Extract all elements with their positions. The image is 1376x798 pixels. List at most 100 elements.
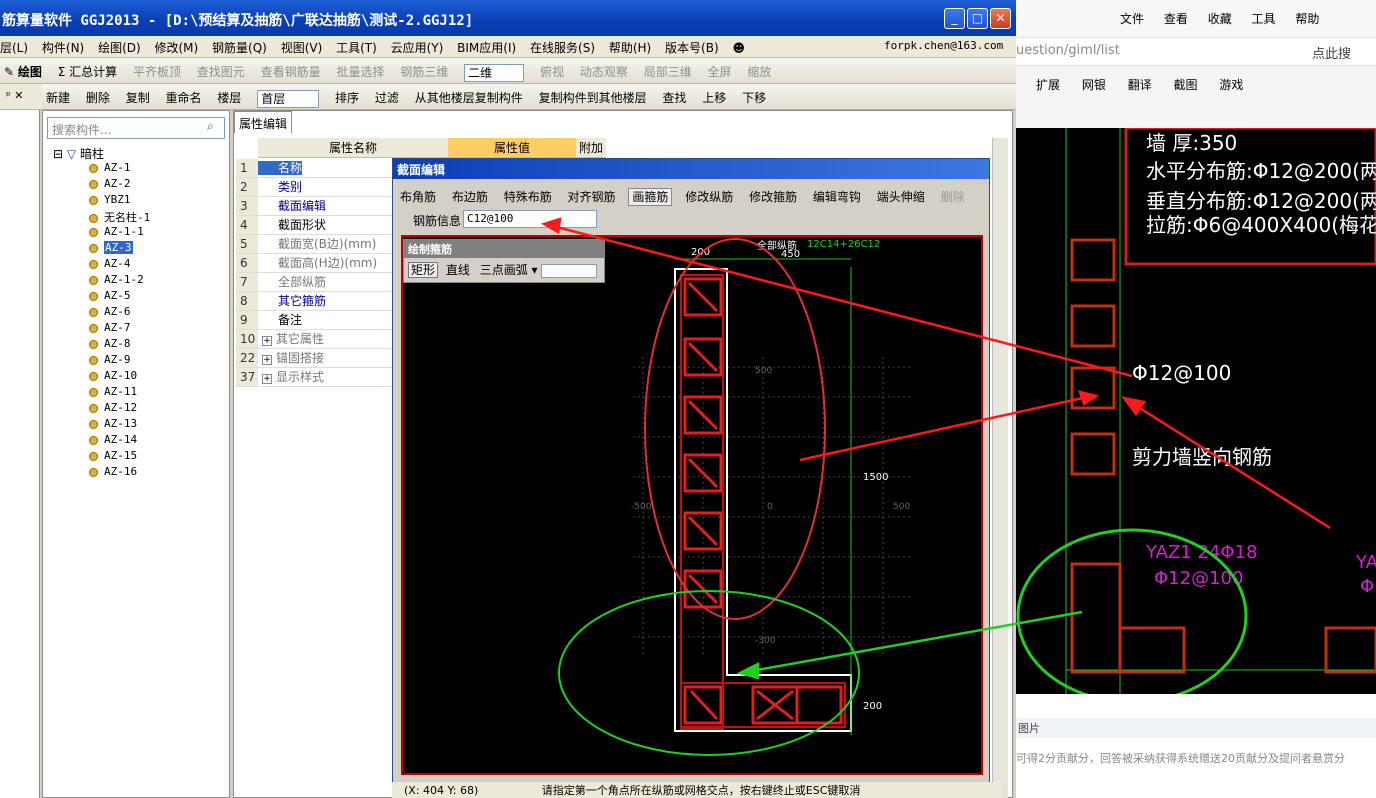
flat-slab-button[interactable]: 平齐板顶 [133,65,181,79]
browser-menu-help[interactable]: 帮助 [1295,12,1319,26]
browser-menu-view[interactable]: 查看 [1164,12,1188,26]
filter-button[interactable]: 过滤 [375,91,399,105]
browser-menu-tools[interactable]: 工具 [1252,12,1276,26]
tree-item[interactable]: AZ-4 [89,257,131,270]
draw-stirrup-button[interactable]: 画箍筋 [628,188,673,206]
arc-tool-button[interactable]: 三点画弧 [480,263,528,277]
delete-button[interactable]: 删除 [86,91,110,105]
zoom-button[interactable]: 缩放 [747,65,771,79]
end-stretch-button[interactable]: 端头伸缩 [874,189,928,205]
find-button[interactable]: 查找 [662,91,686,105]
pin-close-icon[interactable]: ᵖ ✕ [0,84,42,110]
tree-item[interactable]: AZ-8 [89,337,131,350]
rebar-3d-button[interactable]: 钢筋三维 [400,65,448,79]
property-row[interactable]: 5 截面宽(B边)(mm) [236,235,394,254]
tree-item[interactable]: AZ-13 [89,417,137,430]
fav-bank[interactable]: 网银 [1082,78,1106,92]
menu-view[interactable]: 视图(V) [281,41,323,55]
tree-item[interactable]: AZ-1-1 [89,225,144,238]
menu-component[interactable]: 构件(N) [42,41,84,55]
menu-version[interactable]: 版本号(B) [665,41,719,55]
maximize-button[interactable]: □ [967,8,988,29]
browser-menu-file[interactable]: 文件 [1120,12,1144,26]
tree-item[interactable]: AZ-1-2 [89,273,144,286]
expand-icon[interactable]: + [262,355,272,365]
draw-button[interactable]: ✎ 绘图 [4,65,42,79]
minimize-button[interactable]: _ [944,8,965,29]
menu-help[interactable]: 帮助(H) [609,41,651,55]
tree-item[interactable]: AZ-10 [89,369,137,382]
property-row[interactable]: 8 其它箍筋 [236,292,394,311]
copy-to-floor-button[interactable]: 复制构件到其他楼层 [539,91,647,105]
property-row[interactable]: 37 + 显示样式 [236,368,394,387]
tree-item[interactable]: AZ-7 [89,321,131,334]
close-button[interactable]: ✕ [990,8,1011,29]
rebar-info-input[interactable]: C12@100 [463,210,597,228]
find-element-button[interactable]: 查找图元 [197,65,245,79]
property-row[interactable]: 3 截面编辑 [236,197,394,216]
fav-translate[interactable]: 翻译 [1128,78,1152,92]
summary-button[interactable]: Σ 汇总计算 [58,65,117,79]
browser-menu-fav[interactable]: 收藏 [1208,12,1232,26]
corner-rebar-button[interactable]: 布角筋 [397,189,439,205]
tree-root[interactable]: ⊟ ▽ 暗柱 [53,145,104,162]
copy-from-floor-button[interactable]: 从其他楼层复制构件 [415,91,523,105]
tree-item[interactable]: AZ-12 [89,401,137,414]
tree-item[interactable]: YBZ1 [89,193,131,206]
menu-bim[interactable]: BIM应用(I) [457,41,516,55]
property-row[interactable]: 1 名称 [236,159,394,178]
tree-item[interactable]: AZ-3 [89,241,133,254]
property-row[interactable]: 22 + 锚固搭接 [236,349,394,368]
batch-select-button[interactable]: 批量选择 [336,65,384,79]
property-row[interactable]: 4 截面形状 [236,216,394,235]
line-tool-button[interactable]: 直线 [446,263,470,277]
special-rebar-button[interactable]: 特殊布筋 [501,189,555,205]
tree-item[interactable]: AZ-15 [89,449,137,462]
delete-rebar-button[interactable]: 删除 [938,189,968,205]
fav-extend[interactable]: 扩展 [1036,78,1060,92]
menu-draw[interactable]: 绘图(D) [98,41,141,55]
tree-item[interactable]: 无名柱-1 [89,209,150,225]
sort-button[interactable]: 排序 [335,91,359,105]
local-3d-button[interactable]: 局部三维 [644,65,692,79]
edit-hook-button[interactable]: 编辑弯钩 [810,189,864,205]
fullscreen-button[interactable]: 全屏 [708,65,732,79]
section-canvas[interactable]: 500 -500 0 500 -300 200 全部纵筋 450 1500 20… [401,235,983,775]
modify-stirrup-button[interactable]: 修改箍筋 [746,189,800,205]
menu-online[interactable]: 在线服务(S) [530,41,595,55]
menu-rebar[interactable]: 钢筋量(Q) [212,41,267,55]
view-rebar-button[interactable]: 查看钢筋量 [261,65,321,79]
expand-icon[interactable]: + [262,336,272,346]
expand-icon[interactable]: + [262,374,272,384]
menu-modify[interactable]: 修改(M) [155,41,199,55]
rect-tool-button[interactable]: 矩形 [408,262,439,278]
edge-rebar-button[interactable]: 布边筋 [449,189,491,205]
property-row[interactable]: 7 全部纵筋 [236,273,394,292]
view-mode-select[interactable]: 二维 [464,63,525,82]
dynamic-view-button[interactable]: 动态观察 [580,65,628,79]
component-search-input[interactable]: 搜索构件... [47,117,225,139]
tab-property-edit[interactable]: 属性编辑 [234,111,292,133]
floor-select[interactable]: 首层 [257,89,320,108]
search-box[interactable]: 点此搜 [1312,43,1351,62]
tree-item[interactable]: AZ-2 [89,177,131,190]
new-button[interactable]: 新建 [46,91,70,105]
rename-button[interactable]: 重命名 [166,91,202,105]
move-up-button[interactable]: 上移 [702,91,726,105]
top-view-button[interactable]: 俯视 [540,65,564,79]
menu-tools[interactable]: 工具(T) [336,41,377,55]
property-row[interactable]: 6 截面高(H边)(mm) [236,254,394,273]
menu-floor[interactable]: 层(L) [0,41,28,55]
tree-item[interactable]: AZ-5 [89,289,131,302]
fav-screenshot[interactable]: 截图 [1174,78,1198,92]
tree-item[interactable]: AZ-6 [89,305,131,318]
arc-option-select[interactable] [541,263,598,278]
address-bar[interactable]: uestion/giml/list 点此搜 [1016,38,1376,66]
search-icon[interactable]: ⌕ [207,119,214,134]
user-account[interactable]: forpk.chen@163.com [884,39,1003,52]
tree-item[interactable]: AZ-1 [89,161,131,174]
align-rebar-button[interactable]: 对齐钢筋 [565,189,619,205]
tree-item[interactable]: AZ-11 [89,385,137,398]
copy-button[interactable]: 复制 [126,91,150,105]
fav-games[interactable]: 游戏 [1219,78,1243,92]
